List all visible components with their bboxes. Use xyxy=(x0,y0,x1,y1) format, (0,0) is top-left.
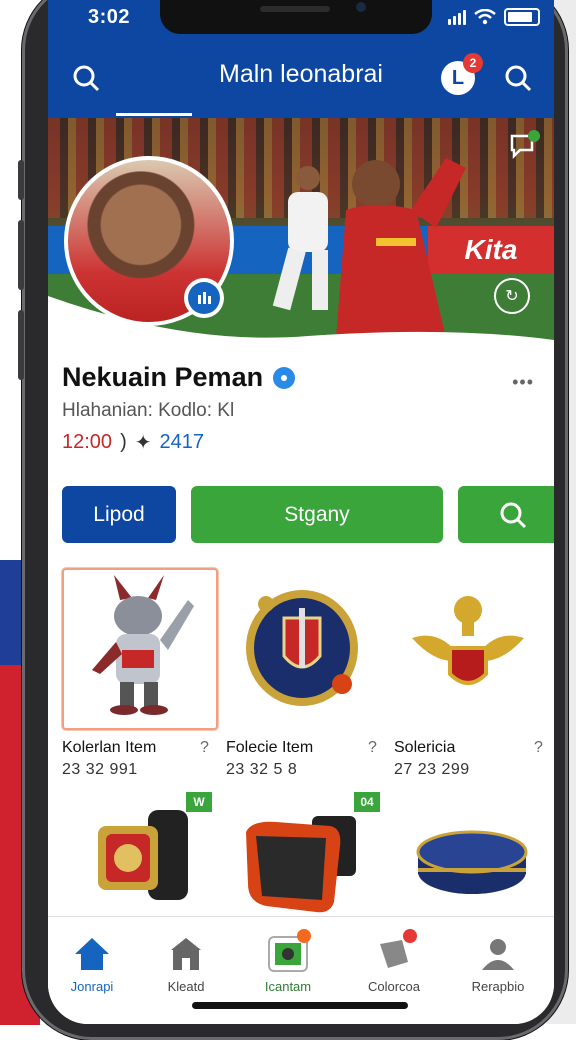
profile-stats: 12:00 ) ✦ 2417 xyxy=(62,430,204,455)
profile-handle: Hlahanian: Kodlo: Kl xyxy=(62,400,234,422)
profile-icon xyxy=(477,933,519,975)
nav-label: Kleatd xyxy=(167,979,205,994)
phone-side-button xyxy=(18,310,24,380)
item-meta: 27 23 299 xyxy=(394,761,470,778)
golden-emblem-image xyxy=(412,596,524,685)
profile-time: 12:00 xyxy=(62,431,113,453)
nav-home[interactable]: Jonrapi xyxy=(48,927,142,994)
search-icon xyxy=(500,502,527,528)
item-card[interactable] xyxy=(392,568,544,726)
item-card[interactable] xyxy=(392,792,544,916)
nav-store[interactable]: Kleatd xyxy=(136,927,236,994)
phone-side-button xyxy=(18,220,24,290)
item-title: Kolerlan Item xyxy=(62,739,157,756)
profile-name-row: Nekuain Peman xyxy=(62,362,296,393)
item-card[interactable]: W xyxy=(62,792,214,916)
nav-scan[interactable]: Icantam xyxy=(238,927,338,994)
verified-icon xyxy=(273,366,296,389)
mascot-figure-image xyxy=(92,575,194,715)
nav-badge xyxy=(403,929,417,943)
profile-name: Nekuain Peman xyxy=(62,362,264,392)
status-time: 3:02 xyxy=(88,6,131,28)
search-icon xyxy=(505,65,532,92)
chat-icon[interactable] xyxy=(508,130,540,162)
wifi-icon xyxy=(474,9,496,25)
item-title: Solericia xyxy=(394,739,456,756)
secondary-action-button[interactable]: Stgany xyxy=(191,486,443,543)
item-info-button[interactable]: ? xyxy=(368,739,377,757)
profile-separator: ) xyxy=(120,431,127,453)
title-underline xyxy=(116,113,192,116)
item-info-button[interactable]: ? xyxy=(534,739,543,757)
store-icon xyxy=(165,933,207,975)
item-card[interactable]: 04 xyxy=(226,792,380,916)
item-card[interactable] xyxy=(62,568,218,730)
signal-icon xyxy=(448,9,466,25)
gear-icon: ✦ xyxy=(134,432,152,454)
profile-handle-text: Hlahanian: Kodlo: xyxy=(62,400,212,421)
app-screen: 3:02 Maln leonabrai L 2 Kita ↻ Nekuain P… xyxy=(48,0,554,1024)
nav-label: Colorcoa xyxy=(367,979,421,994)
nav-profile[interactable]: Rerapbio xyxy=(448,927,548,994)
nav-label: Rerapbio xyxy=(471,979,525,994)
search-button-right[interactable] xyxy=(498,58,538,98)
avatar-badge xyxy=(184,278,224,318)
profile-handle-suffix: Kl xyxy=(217,400,235,421)
item-meta: 23 32 5 8 xyxy=(226,761,298,778)
brand-letter: L xyxy=(451,66,465,89)
item-info-button[interactable]: ? xyxy=(200,739,209,757)
search-action-button[interactable] xyxy=(458,486,554,543)
item-title: Folecie Item xyxy=(226,739,314,756)
shield-icon xyxy=(198,292,211,304)
battery-icon xyxy=(504,8,540,26)
profile-count: 2417 xyxy=(159,431,205,453)
item-card[interactable] xyxy=(226,568,378,726)
brand-button[interactable]: L 2 xyxy=(438,53,483,98)
leather-cover-image xyxy=(246,816,356,913)
crest-badge-image xyxy=(246,590,358,706)
status-icons xyxy=(448,8,540,26)
nav-label: Jonrapi xyxy=(70,979,114,994)
item-meta: 23 32 991 xyxy=(62,761,138,778)
notification-badge: 2 xyxy=(463,53,483,73)
app-header: 3:02 Maln leonabrai L 2 xyxy=(48,0,554,118)
nav-tags[interactable]: Colorcoa xyxy=(344,927,444,994)
more-options-button[interactable]: ••• xyxy=(512,372,534,393)
notch xyxy=(160,0,432,34)
nav-badge xyxy=(297,929,311,943)
tag-icon xyxy=(373,929,417,975)
home-icon xyxy=(71,933,113,975)
phone-side-button xyxy=(18,160,24,200)
scan-icon xyxy=(267,929,311,975)
brand-logo-icon: L 2 xyxy=(441,53,483,95)
watch-image xyxy=(98,810,188,900)
nav-label: Icantam xyxy=(264,979,312,994)
primary-action-button[interactable]: Lipod xyxy=(62,486,176,543)
medal-box-image xyxy=(416,830,528,894)
home-indicator xyxy=(192,1002,408,1009)
